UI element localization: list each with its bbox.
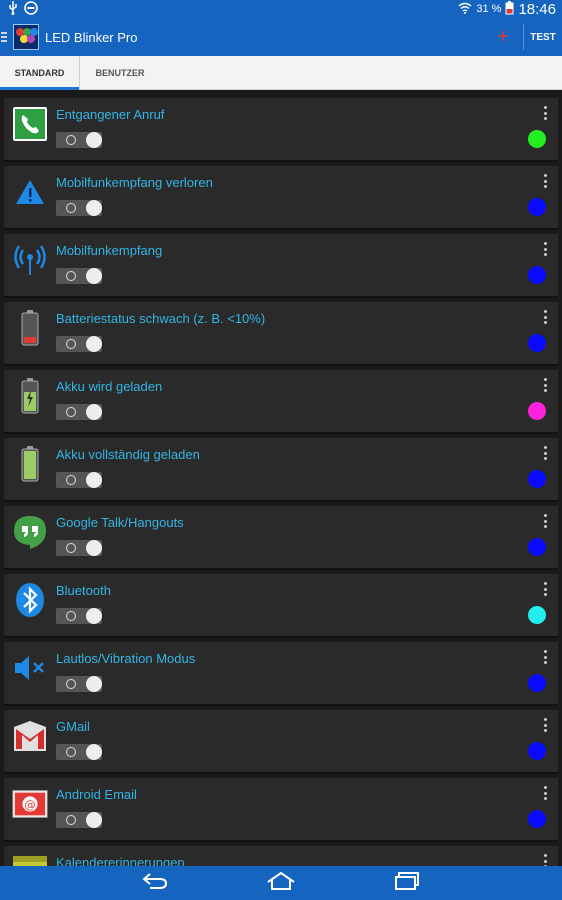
mute-icon <box>12 650 48 686</box>
item-toggle[interactable] <box>56 404 102 420</box>
item-toggle[interactable] <box>56 812 102 828</box>
add-icon: + <box>497 25 509 48</box>
battery-charging-icon <box>12 378 48 414</box>
item-label: Akku wird geladen <box>56 379 163 394</box>
item-label: GMail <box>56 719 90 734</box>
item-label: Mobilfunkempfang <box>56 243 163 258</box>
overflow-menu-icon[interactable] <box>542 514 548 528</box>
item-toggle[interactable] <box>56 744 102 760</box>
list-item[interactable]: Bluetooth <box>4 574 558 638</box>
item-label: Mobilfunkempfang verloren <box>56 175 213 190</box>
calendar-icon <box>12 854 48 866</box>
email-icon: @ <box>12 786 48 822</box>
list-item[interactable]: Akku wird geladen <box>4 370 558 434</box>
item-label: Android Email <box>56 787 137 802</box>
item-toggle[interactable] <box>56 336 102 352</box>
led-color-indicator[interactable] <box>528 810 546 828</box>
list-item[interactable]: Batteriestatus schwach (z. B. <10%) <box>4 302 558 366</box>
back-icon <box>142 872 168 895</box>
tab-bar: STANDARD BENUTZER <box>0 56 562 91</box>
item-toggle[interactable] <box>56 676 102 692</box>
overflow-menu-icon[interactable] <box>542 174 548 188</box>
overflow-menu-icon[interactable] <box>542 718 548 732</box>
led-color-indicator[interactable] <box>528 198 546 216</box>
item-toggle[interactable] <box>56 472 102 488</box>
overflow-menu-icon[interactable] <box>542 650 548 664</box>
led-color-indicator[interactable] <box>528 470 546 488</box>
recents-button[interactable] <box>389 868 425 898</box>
led-color-indicator[interactable] <box>528 606 546 624</box>
item-toggle[interactable] <box>56 608 102 624</box>
home-button[interactable] <box>263 868 299 898</box>
item-label: Entgangener Anruf <box>56 107 165 122</box>
add-button[interactable]: + <box>483 18 523 56</box>
list-item[interactable]: Entgangener Anruf <box>4 98 558 162</box>
list-item[interactable]: Kalendererinnerungen <box>4 846 558 866</box>
signal-icon <box>12 242 48 278</box>
back-button[interactable] <box>137 868 173 898</box>
warning-icon <box>12 174 48 210</box>
action-bar: LED Blinker Pro + TEST <box>0 18 562 56</box>
led-color-indicator[interactable] <box>528 742 546 760</box>
test-button[interactable]: TEST <box>524 32 562 43</box>
recents-icon <box>394 871 420 896</box>
clock: 18:46 <box>518 0 556 18</box>
tab-standard[interactable]: STANDARD <box>0 56 80 91</box>
overflow-menu-icon[interactable] <box>542 854 548 866</box>
item-toggle[interactable] <box>56 132 102 148</box>
status-bar: 31 % 18:46 <box>0 0 562 18</box>
battery-status-icon <box>505 0 514 18</box>
app-logo-icon <box>13 24 39 50</box>
item-toggle[interactable] <box>56 540 102 556</box>
led-color-indicator[interactable] <box>528 334 546 352</box>
navigation-bar <box>0 866 562 900</box>
item-toggle[interactable] <box>56 268 102 284</box>
item-label: Kalendererinnerungen <box>56 855 185 866</box>
overflow-menu-icon[interactable] <box>542 106 548 120</box>
list-item[interactable]: GMail <box>4 710 558 774</box>
led-color-indicator[interactable] <box>528 674 546 692</box>
led-color-indicator[interactable] <box>528 402 546 420</box>
overflow-menu-icon[interactable] <box>542 446 548 460</box>
list-item[interactable]: @ Android Email <box>4 778 558 842</box>
do-not-disturb-icon <box>24 0 38 18</box>
tab-benutzer[interactable]: BENUTZER <box>80 56 160 90</box>
led-color-indicator[interactable] <box>528 266 546 284</box>
item-toggle[interactable] <box>56 200 102 216</box>
svg-text:@: @ <box>24 797 35 811</box>
bluetooth-icon <box>12 582 48 618</box>
list-item[interactable]: Google Talk/Hangouts <box>4 506 558 570</box>
overflow-menu-icon[interactable] <box>542 242 548 256</box>
battery-percent: 31 % <box>476 3 502 15</box>
home-icon <box>266 871 296 896</box>
item-label: Batteriestatus schwach (z. B. <10%) <box>56 311 266 326</box>
list-item[interactable]: Akku vollständig geladen <box>4 438 558 502</box>
battery-low-icon <box>12 310 48 346</box>
drawer-toggle-icon[interactable] <box>0 18 10 56</box>
app-title: LED Blinker Pro <box>45 29 138 45</box>
wifi-icon <box>458 2 472 17</box>
battery-full-icon <box>12 446 48 482</box>
overflow-menu-icon[interactable] <box>542 582 548 596</box>
list-item[interactable]: Mobilfunkempfang <box>4 234 558 298</box>
gmail-icon <box>12 718 48 754</box>
notification-list[interactable]: Entgangener Anruf Mobilfunkempfang verlo… <box>0 90 562 866</box>
overflow-menu-icon[interactable] <box>542 310 548 324</box>
item-label: Lautlos/Vibration Modus <box>56 651 196 666</box>
overflow-menu-icon[interactable] <box>542 378 548 392</box>
item-label: Akku vollständig geladen <box>56 447 200 462</box>
led-color-indicator[interactable] <box>528 130 546 148</box>
usb-icon <box>8 0 18 18</box>
led-color-indicator[interactable] <box>528 538 546 556</box>
overflow-menu-icon[interactable] <box>542 786 548 800</box>
item-label: Google Talk/Hangouts <box>56 515 184 530</box>
list-item[interactable]: Mobilfunkempfang verloren <box>4 166 558 230</box>
list-item[interactable]: Lautlos/Vibration Modus <box>4 642 558 706</box>
item-label: Bluetooth <box>56 583 111 598</box>
hangouts-icon <box>12 514 48 550</box>
phone-icon <box>12 106 48 142</box>
